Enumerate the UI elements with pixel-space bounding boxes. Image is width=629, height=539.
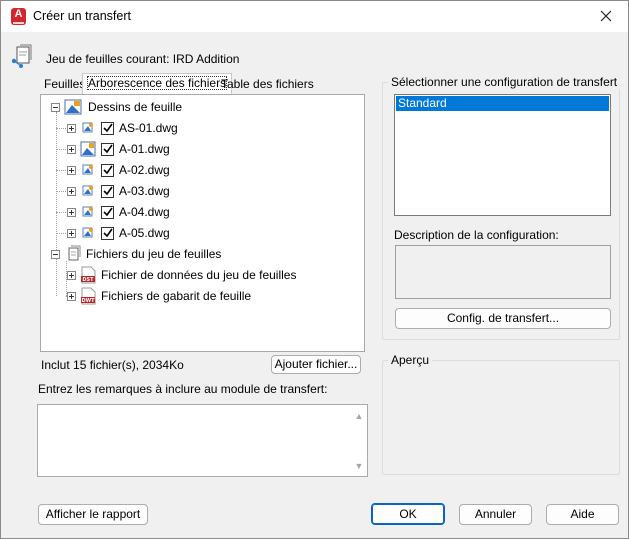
add-file-button[interactable]: Ajouter fichier... <box>271 355 361 374</box>
expand-icon[interactable] <box>67 165 76 175</box>
dwg-file-icon <box>82 206 93 217</box>
close-button[interactable] <box>588 3 624 29</box>
help-button[interactable]: Aide <box>546 504 619 525</box>
current-sheetset-label: Jeu de feuilles courant: IRD Addition <box>46 52 240 66</box>
sheet-drawings-icon <box>64 99 82 115</box>
file-label: A-05.dwg <box>119 226 170 240</box>
config-list-item[interactable]: Standard <box>396 96 609 111</box>
tree-file-row[interactable]: A-01.dwg <box>67 139 170 159</box>
config-description-box <box>395 245 611 299</box>
dwg-file-icon <box>82 227 93 238</box>
ok-button[interactable]: OK <box>371 503 445 525</box>
transmittal-setup-button[interactable]: Config. de transfert... <box>395 308 611 329</box>
checkmark-icon <box>102 144 113 154</box>
tree-node-label: Dessins de feuille <box>88 100 183 114</box>
expand-icon[interactable] <box>67 270 76 280</box>
title-bar: A Créer un transfert <box>1 1 628 32</box>
expand-icon[interactable] <box>67 207 76 217</box>
file-checkbox[interactable] <box>101 121 114 135</box>
dwg-file-icon <box>82 164 93 175</box>
checkmark-icon <box>102 165 113 175</box>
tree-node-sheet-drawings[interactable]: Dessins de feuille <box>51 97 182 117</box>
tree-file-row[interactable]: AS-01.dwg <box>67 118 178 138</box>
checkmark-icon <box>102 228 113 238</box>
preview-group <box>382 360 620 475</box>
file-label: A-02.dwg <box>119 163 170 177</box>
checkmark-icon <box>102 123 113 133</box>
tree-node-label: Fichier de données du jeu de feuilles <box>101 268 297 282</box>
file-label: A-04.dwg <box>119 205 170 219</box>
tree-file-row[interactable]: A-03.dwg <box>67 181 170 201</box>
tree-file-row[interactable]: A-05.dwg <box>67 223 170 243</box>
file-checkbox[interactable] <box>101 226 114 240</box>
config-description-label: Description de la configuration: <box>394 228 559 242</box>
tree-sheetset-child[interactable]: DWT Fichiers de gabarit de feuille <box>67 286 251 306</box>
expand-icon[interactable] <box>67 291 76 301</box>
scroll-down-icon[interactable]: ▼ <box>354 461 364 471</box>
dwg-sheet-icon <box>80 141 96 157</box>
expand-icon[interactable] <box>67 123 76 133</box>
remarks-label: Entrez les remarques à inclure au module… <box>38 382 328 396</box>
window-title: Créer un transfert <box>33 9 131 23</box>
tree-file-row[interactable]: A-02.dwg <box>67 160 170 180</box>
dwg-file-icon <box>82 185 93 196</box>
config-listbox[interactable]: Standard <box>394 94 611 216</box>
expand-icon[interactable] <box>67 228 76 238</box>
scroll-up-icon[interactable]: ▲ <box>354 411 364 421</box>
checkmark-icon <box>102 186 113 196</box>
expand-icon[interactable] <box>67 186 76 196</box>
sheetset-icon <box>11 44 32 68</box>
collapse-icon[interactable] <box>51 102 60 112</box>
tree-node-sheetset-files[interactable]: Fichiers du jeu de feuilles <box>51 244 221 264</box>
tree-node-label: Fichiers de gabarit de feuille <box>101 289 252 303</box>
tree-node-label: Fichiers du jeu de feuilles <box>86 247 222 261</box>
svg-text:DST: DST <box>82 277 94 283</box>
included-files-summary: Inclut 15 fichier(s), 2034Ko <box>41 358 184 372</box>
remarks-textarea[interactable]: ▲ ▼ <box>37 404 368 477</box>
view-report-button[interactable]: Afficher le rapport <box>38 504 148 525</box>
dst-file-icon: DST <box>81 266 96 284</box>
file-checkbox[interactable] <box>101 205 114 219</box>
expand-icon[interactable] <box>67 144 76 154</box>
cancel-button[interactable]: Annuler <box>459 504 532 525</box>
file-label: A-03.dwg <box>119 184 170 198</box>
create-transmittal-dialog: A Créer un transfert Jeu de feuilles cou… <box>0 0 629 539</box>
dwt-file-icon: DWT <box>81 287 96 305</box>
file-checkbox[interactable] <box>101 184 114 198</box>
svg-text:DWT: DWT <box>81 298 95 304</box>
sheetset-files-icon <box>68 245 81 261</box>
file-checkbox[interactable] <box>101 163 114 177</box>
tree-file-row[interactable]: A-04.dwg <box>67 202 170 222</box>
tab-file-tree[interactable]: Arborescence des fichiers <box>82 73 233 95</box>
file-tree[interactable]: Dessins de feuille AS-01.dwg A-01.dwg A-… <box>40 94 365 352</box>
file-label: AS-01.dwg <box>119 121 178 135</box>
checkmark-icon <box>102 207 113 217</box>
file-label: A-01.dwg <box>119 142 170 156</box>
preview-label: Aperçu <box>388 353 433 367</box>
config-group-label: Sélectionner une configuration de transf… <box>388 75 621 89</box>
file-checkbox[interactable] <box>101 142 114 156</box>
autocad-app-icon: A <box>11 8 26 25</box>
dwg-file-icon <box>82 122 93 133</box>
close-icon <box>600 10 612 22</box>
collapse-icon[interactable] <box>51 249 60 259</box>
tree-sheetset-child[interactable]: DST Fichier de données du jeu de feuille… <box>67 265 296 285</box>
tab-file-table[interactable]: Table des fichiers <box>217 75 318 95</box>
